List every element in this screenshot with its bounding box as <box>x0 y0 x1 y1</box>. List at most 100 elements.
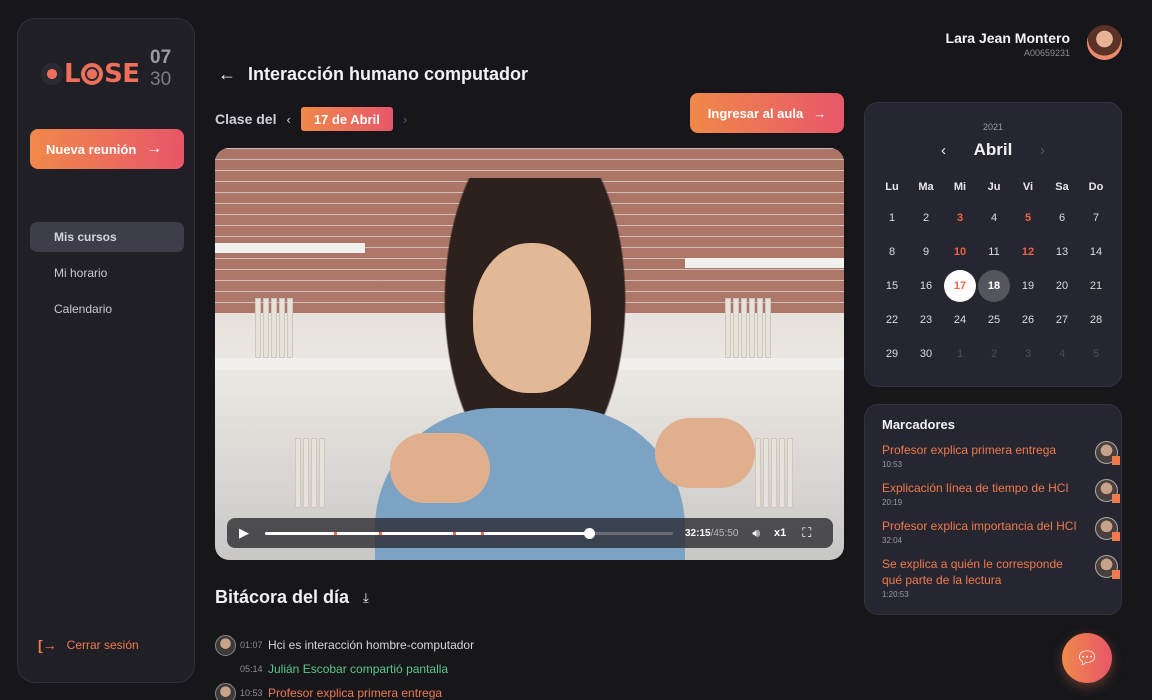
user-avatar[interactable] <box>1087 25 1122 60</box>
calendar-day[interactable]: 23 <box>909 303 943 337</box>
speaker-face <box>473 243 591 393</box>
calendar-day[interactable]: 11 <box>977 235 1011 269</box>
chevron-left-icon[interactable]: ‹ <box>286 112 290 127</box>
calendar-weekday: Do <box>1088 181 1104 193</box>
avatar <box>215 682 236 700</box>
logout-icon: [→ <box>38 637 57 653</box>
calendar-day-number: 29 <box>885 348 899 360</box>
log-title: Bitácora del día <box>215 587 350 607</box>
calendar-day-number: 1 <box>956 348 964 360</box>
log-time: 01:07 <box>240 640 263 650</box>
calendar-day[interactable]: 9 <box>909 235 943 269</box>
arrow-right-icon: → <box>146 140 163 157</box>
logout-link[interactable]: [→ Cerrar sesión <box>38 637 139 653</box>
calendar-day[interactable]: 4 <box>1045 337 1079 371</box>
back-arrow-icon[interactable]: ← <box>218 64 236 85</box>
current-time: 32:15 <box>685 527 711 539</box>
sidebar-item-mi-horario[interactable]: Mi horario <box>30 258 184 288</box>
bookmark-marker[interactable] <box>481 531 485 535</box>
calendar-day[interactable]: 24 <box>943 303 977 337</box>
calendar-day[interactable]: 5 <box>1011 201 1045 235</box>
log-list: 01:07 Hci es interacción hombre-computad… <box>215 633 835 700</box>
bookmark-item[interactable]: Se explica a quién le corresponde qué pa… <box>882 555 1120 599</box>
chat-button[interactable]: 💬︎ <box>1062 633 1112 683</box>
fullscreen-icon[interactable]: ⛶ <box>802 525 811 541</box>
calendar-day[interactable]: 5 <box>1079 337 1113 371</box>
calendar-day[interactable]: 28 <box>1079 303 1113 337</box>
calendar-day[interactable]: 18 <box>977 269 1011 303</box>
clock: 07 30 <box>150 47 171 91</box>
calendar-day-number: 16 <box>919 280 933 292</box>
calendar-day[interactable]: 25 <box>977 303 1011 337</box>
seek-bar[interactable] <box>265 527 673 539</box>
calendar-day[interactable]: 17 <box>943 269 977 303</box>
calendar-day[interactable]: 20 <box>1045 269 1079 303</box>
bookmark-marker[interactable] <box>452 531 456 535</box>
calendar-day[interactable]: 7 <box>1079 201 1113 235</box>
calendar-day[interactable]: 27 <box>1045 303 1079 337</box>
log-text: Hci es interacción hombre-computador <box>268 638 475 652</box>
class-label: Clase del <box>215 111 277 127</box>
sidebar-item-calendario[interactable]: Calendario <box>30 294 184 324</box>
calendar-day[interactable]: 12 <box>1011 235 1045 269</box>
volume-icon[interactable]: 🔊︎ <box>752 526 760 541</box>
bookmark-time: 10:53 <box>882 460 903 469</box>
calendar-header: ‹ Abril › <box>865 140 1121 160</box>
bookmark-icon <box>1112 570 1120 579</box>
log-entry[interactable]: 01:07 Hci es interacción hombre-computad… <box>215 633 835 657</box>
sidebar-item-mis-cursos[interactable]: Mis cursos <box>30 222 184 252</box>
clock-hour: 07 <box>150 47 172 68</box>
class-date-selector: Clase del ‹ 17 de Abril › <box>215 107 417 131</box>
calendar-day[interactable]: 3 <box>943 201 977 235</box>
user-id: A00659231 <box>1023 48 1070 58</box>
calendar-day-number: 4 <box>990 212 998 224</box>
calendar-day[interactable]: 2 <box>977 337 1011 371</box>
chevron-right-icon[interactable]: › <box>403 112 407 127</box>
calendar-day-number: 4 <box>1058 348 1066 360</box>
calendar-day[interactable]: 26 <box>1011 303 1045 337</box>
bookmark-item[interactable]: Explicación línea de tiempo de HCI 20:19 <box>882 479 1120 507</box>
playback-speed[interactable]: x1 <box>774 527 786 539</box>
calendar-day[interactable]: 3 <box>1011 337 1045 371</box>
bookmark-item[interactable]: Profesor explica importancia del HCI 32:… <box>882 517 1120 545</box>
calendar-day[interactable]: 10 <box>943 235 977 269</box>
calendar-day[interactable]: 30 <box>909 337 943 371</box>
bookmark-item[interactable]: Profesor explica primera entrega 10:53 <box>882 441 1120 469</box>
calendar-day[interactable]: 8 <box>875 235 909 269</box>
calendar-day[interactable]: 29 <box>875 337 909 371</box>
page-title: Interacción humano computador <box>248 64 529 84</box>
calendar-day-number: 5 <box>1092 348 1100 360</box>
calendar-day-number: 1 <box>888 212 896 224</box>
calendar-day-number: 3 <box>956 212 964 224</box>
class-date-pill[interactable]: 17 de Abril <box>300 107 393 131</box>
calendar-day[interactable]: 6 <box>1045 201 1079 235</box>
calendar-day[interactable]: 21 <box>1079 269 1113 303</box>
calendar-day-number: 20 <box>1055 280 1069 292</box>
play-icon[interactable]: ▶ <box>239 525 249 541</box>
calendar-day[interactable]: 1 <box>943 337 977 371</box>
calendar-day[interactable]: 16 <box>909 269 943 303</box>
calendar-day-number: 7 <box>1092 212 1100 224</box>
calendar-day[interactable]: 15 <box>875 269 909 303</box>
new-meeting-button[interactable]: Nueva reunión → <box>30 129 184 169</box>
calendar-day[interactable]: 14 <box>1079 235 1113 269</box>
seek-handle[interactable] <box>583 527 595 539</box>
bookmark-marker[interactable] <box>334 531 338 535</box>
calendar-day[interactable]: 22 <box>875 303 909 337</box>
calendar-widget: 2021 ‹ Abril › Lu Ma Mi Ju Vi Sa Do 1 2 3 4 5 6 7 8 9 10… <box>864 102 1122 387</box>
enter-classroom-button[interactable]: Ingresar al aula → <box>690 93 844 133</box>
calendar-day[interactable]: 13 <box>1045 235 1079 269</box>
download-icon[interactable]: ⤓ <box>363 590 369 606</box>
calendar-weekday: Ma <box>918 181 934 193</box>
log-entry[interactable]: 10:53 Profesor explica primera entrega <box>215 681 835 700</box>
calendar-day[interactable]: 1 <box>875 201 909 235</box>
log-entry[interactable]: 05:14 Julián Escobar compartió pantalla <box>215 657 835 681</box>
bookmark-marker[interactable] <box>379 531 383 535</box>
logo-o-icon <box>81 63 104 85</box>
bookmark-icon <box>1112 456 1120 465</box>
chevron-right-icon[interactable]: › <box>1040 142 1045 159</box>
calendar-day[interactable]: 19 <box>1011 269 1045 303</box>
calendar-day[interactable]: 4 <box>977 201 1011 235</box>
calendar-day[interactable]: 2 <box>909 201 943 235</box>
video-player[interactable]: ▶ 32:15/45:50 🔊︎ x1 ⛶ <box>215 148 844 560</box>
